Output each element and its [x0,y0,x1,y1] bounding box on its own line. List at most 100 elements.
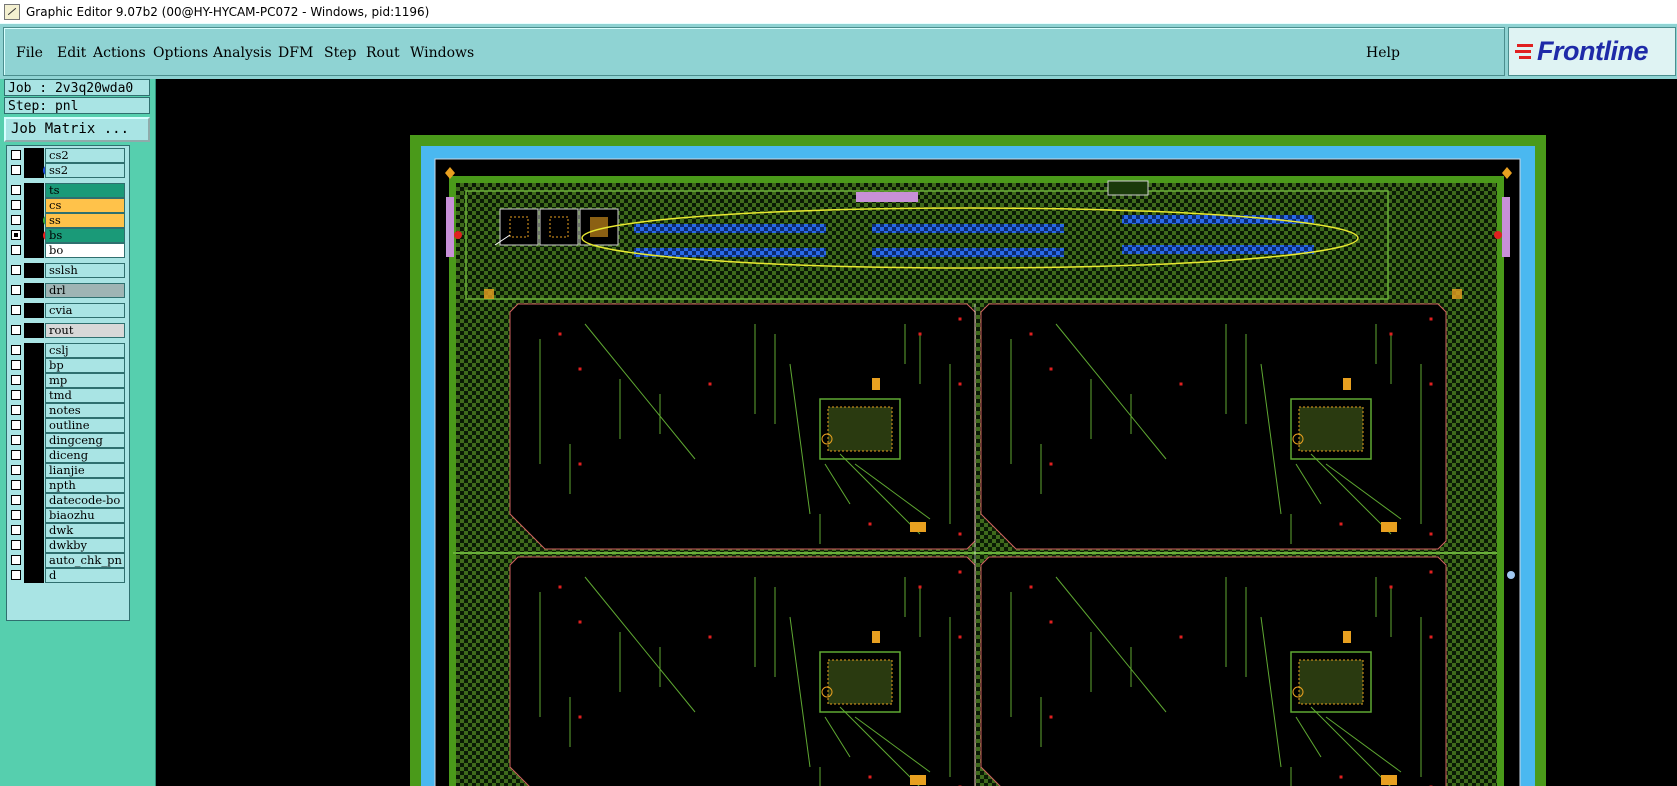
layer-row-auto_chk_pn[interactable]: auto_chk_pn [9,553,125,568]
layer-checkbox[interactable] [11,230,21,240]
menu-options[interactable]: Options [153,45,208,61]
menu-edit[interactable]: Edit [57,45,86,61]
layer-name[interactable]: drl [45,283,125,298]
layer-checkbox[interactable] [11,480,21,490]
layer-name[interactable]: ts [45,183,125,198]
layer-name[interactable]: diceng [45,448,125,463]
layer-name[interactable]: ss [45,213,125,228]
menu-help[interactable]: Help [1366,45,1400,61]
layer-name[interactable]: tmd [45,388,125,403]
layer-color-swatch[interactable] [24,228,54,243]
layer-name[interactable]: lianjie [45,463,125,478]
layer-checkbox[interactable] [11,465,21,475]
layer-name[interactable]: bo [45,243,125,258]
layer-row-cs2[interactable]: cs2 [9,148,125,163]
layer-row-dwkby[interactable]: dwkby [9,538,125,553]
layer-row-sslsh[interactable]: sslsh [9,263,125,278]
layer-row-ss[interactable]: ss [9,213,125,228]
layer-checkbox[interactable] [11,215,21,225]
layer-row-drl[interactable]: drl [9,283,125,298]
layer-color-swatch[interactable] [24,478,44,493]
layer-checkbox[interactable] [11,555,21,565]
layer-checkbox[interactable] [11,420,21,430]
layer-name[interactable]: outline [45,418,125,433]
layer-row-dwk[interactable]: dwk [9,523,125,538]
layer-row-ts[interactable]: ts [9,183,125,198]
layer-name[interactable]: cslj [45,343,125,358]
layer-name[interactable]: sslsh [45,263,125,278]
layer-checkbox[interactable] [11,265,21,275]
layer-checkbox[interactable] [11,285,21,295]
layer-row-npth[interactable]: npth [9,478,125,493]
menu-windows[interactable]: Windows [410,45,474,61]
layer-checkbox[interactable] [11,200,21,210]
layer-name[interactable]: ss2 [45,163,125,178]
layer-checkbox[interactable] [11,360,21,370]
layer-name[interactable]: auto_chk_pn [45,553,125,568]
layer-color-swatch[interactable] [24,163,54,178]
layer-color-swatch[interactable] [24,508,44,523]
layer-color-swatch[interactable] [24,568,44,583]
layer-name[interactable]: biaozhu [45,508,125,523]
layer-checkbox[interactable] [11,345,21,355]
layer-color-swatch[interactable] [24,388,44,403]
menu-file[interactable]: File [16,45,43,61]
layer-checkbox[interactable] [11,435,21,445]
layer-color-swatch[interactable] [24,283,44,298]
layer-name[interactable]: d [45,568,125,583]
layer-checkbox[interactable] [11,390,21,400]
layer-color-swatch[interactable] [24,303,44,318]
layer-color-swatch[interactable] [24,373,44,388]
layer-row-ss2[interactable]: ss2 [9,163,125,178]
layer-name[interactable]: cvia [45,303,125,318]
layer-color-swatch[interactable] [24,403,44,418]
layer-color-swatch[interactable] [24,263,44,278]
layer-name[interactable]: dingceng [45,433,125,448]
layer-row-d[interactable]: d [9,568,125,583]
layer-name[interactable]: cs2 [45,148,125,163]
layer-checkbox[interactable] [11,450,21,460]
layer-row-cs[interactable]: cs [9,198,125,213]
layer-row-notes[interactable]: notes [9,403,125,418]
pcb-panel-view[interactable] [156,79,1677,786]
layer-color-swatch[interactable] [24,343,44,358]
graphic-canvas[interactable] [156,79,1677,786]
layer-row-bs[interactable]: bs [9,228,125,243]
layer-name[interactable]: bp [45,358,125,373]
layer-checkbox[interactable] [11,525,21,535]
layer-row-tmd[interactable]: tmd [9,388,125,403]
layer-color-swatch[interactable] [24,523,44,538]
layer-color-swatch[interactable] [24,448,44,463]
layer-name[interactable]: dwkby [45,538,125,553]
layer-checkbox[interactable] [11,375,21,385]
layer-row-cslj[interactable]: cslj [9,343,125,358]
layer-color-swatch[interactable] [24,553,44,568]
menu-dfm[interactable]: DFM [278,45,313,61]
layer-name[interactable]: bs [45,228,125,243]
layer-color-swatch[interactable] [24,463,44,478]
layer-row-cvia[interactable]: cvia [9,303,125,318]
layer-color-swatch[interactable] [24,418,44,433]
layer-checkbox[interactable] [11,305,21,315]
layer-name[interactable]: notes [45,403,125,418]
layer-checkbox[interactable] [11,405,21,415]
layer-color-swatch[interactable] [24,198,44,213]
layer-checkbox[interactable] [11,495,21,505]
layer-row-datecode-bo[interactable]: datecode-bo [9,493,125,508]
layer-color-swatch[interactable] [24,183,44,198]
layer-color-swatch[interactable] [24,433,44,448]
layer-row-lianjie[interactable]: lianjie [9,463,125,478]
layer-row-outline[interactable]: outline [9,418,125,433]
layer-color-swatch[interactable] [24,148,44,163]
layer-name[interactable]: npth [45,478,125,493]
layer-checkbox[interactable] [11,570,21,580]
layer-checkbox[interactable] [11,540,21,550]
layer-color-swatch[interactable] [24,538,44,553]
menu-actions[interactable]: Actions [93,45,146,61]
layer-row-bp[interactable]: bp [9,358,125,373]
layer-row-bo[interactable]: bo [9,243,125,258]
menu-analysis[interactable]: Analysis [213,45,272,61]
layer-checkbox[interactable] [11,165,21,175]
layer-checkbox[interactable] [11,150,21,160]
layer-checkbox[interactable] [11,245,21,255]
